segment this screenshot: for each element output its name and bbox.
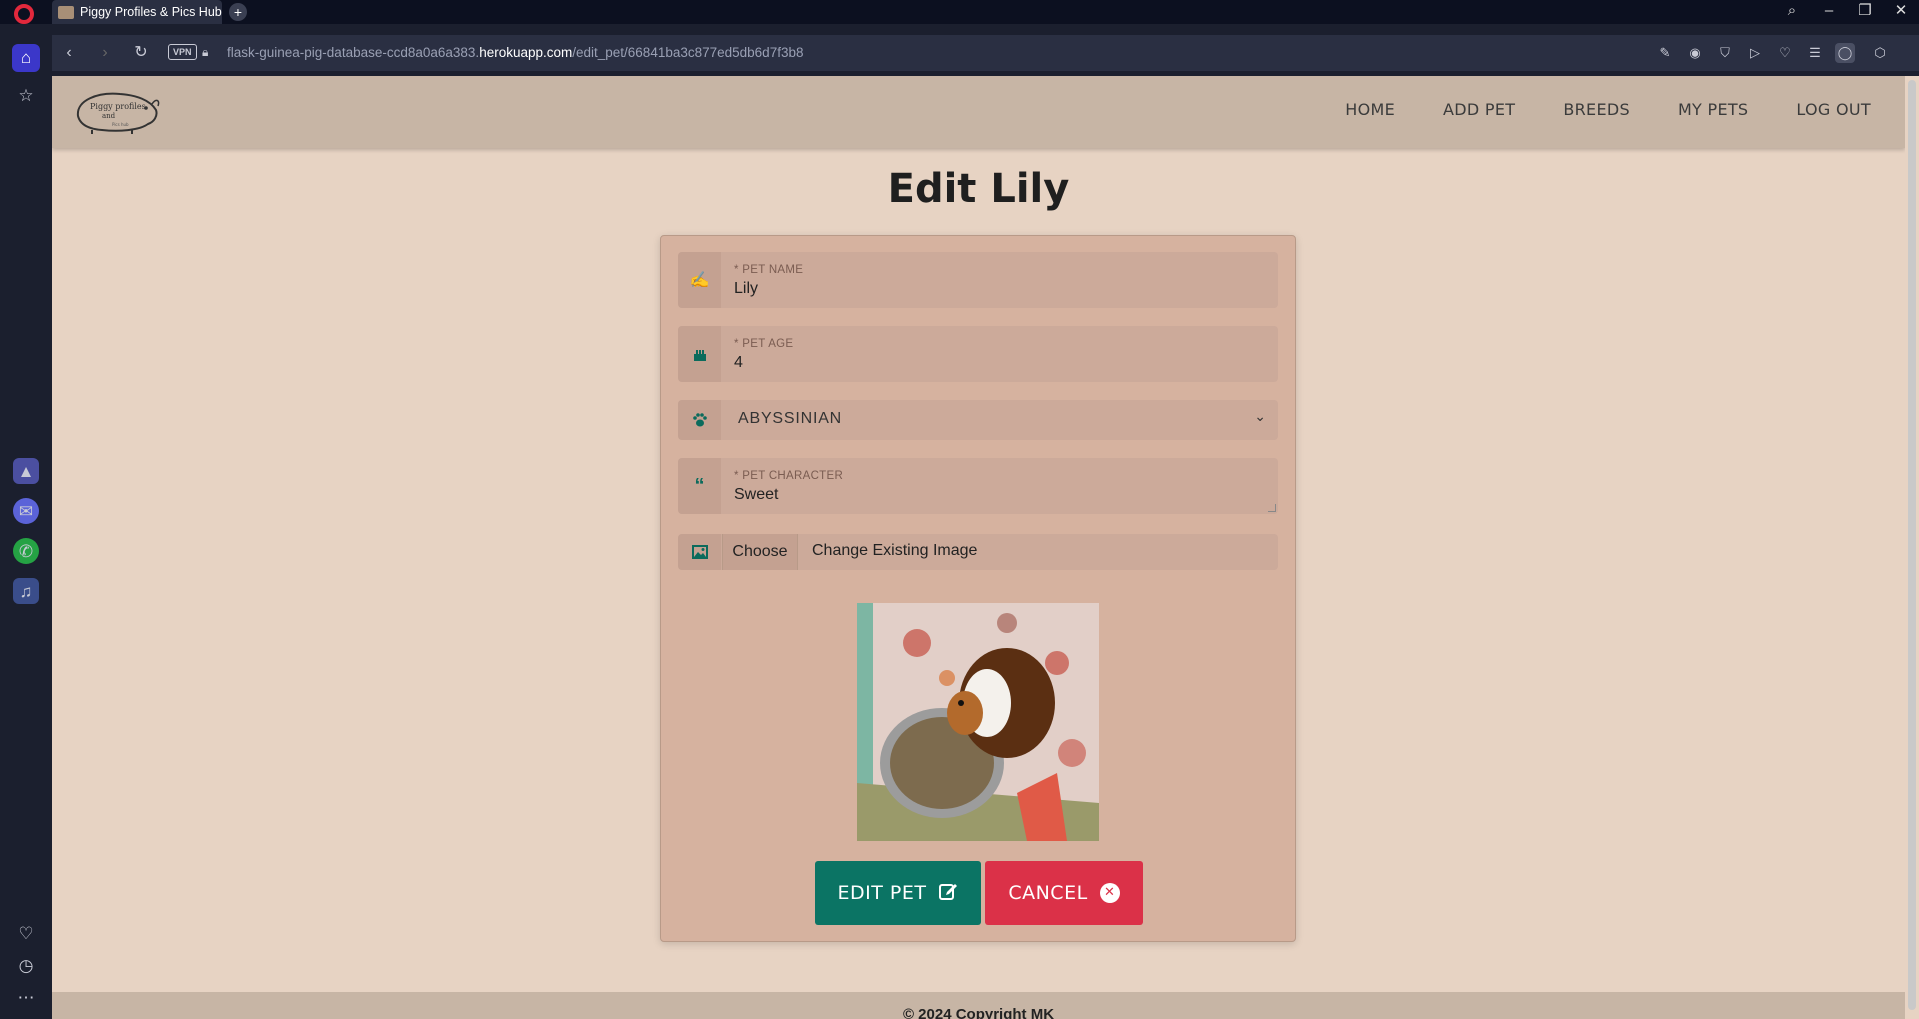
nav-breeds[interactable]: BREEDS — [1563, 100, 1630, 119]
back-icon[interactable]: ‹ — [57, 41, 81, 65]
url-prefix: flask-guinea-pig-database-ccd8a0a6a383. — [227, 45, 480, 60]
chevron-down-icon: ⌄ — [1254, 408, 1266, 424]
home-icon[interactable]: ⌂ — [12, 44, 40, 72]
snapshot-edit-icon[interactable]: ✎ — [1655, 43, 1675, 63]
image-icon — [678, 534, 721, 570]
footer-copyright: © 2024 Copyright MK — [902, 1006, 1055, 1019]
favicon-icon — [58, 5, 74, 19]
extensions-cube-icon[interactable]: ⬡ — [1870, 43, 1890, 63]
edit-pet-label: EDIT PET — [837, 882, 927, 904]
forward-icon[interactable]: › — [93, 41, 117, 65]
nav-add-pet[interactable]: ADD PET — [1443, 100, 1515, 119]
image-file-field[interactable]: Choose Change Existing Image — [678, 534, 1278, 570]
site-footer: © 2024 Copyright MK — [52, 992, 1905, 1019]
edit-icon — [938, 881, 958, 906]
play-icon[interactable]: ▷ — [1745, 43, 1765, 63]
pet-age-field[interactable]: * PET AGE 4 — [678, 326, 1278, 382]
page-title: Edit Lily — [887, 166, 1070, 212]
web-page: Piggy profiles and Pics hub HOME ADD PET… — [52, 76, 1905, 1019]
close-circle-icon: ✕ — [1099, 883, 1120, 903]
edit-pet-form: ✍ * PET NAME Lily * PET AGE 4 ABYSSINIAN… — [660, 235, 1296, 942]
paw-icon — [678, 400, 721, 440]
browser-tab-strip: Piggy Profiles & Pics Hub + ⌕ – ❐ ✕ — [0, 0, 1919, 24]
pet-name-field[interactable]: ✍ * PET NAME Lily — [678, 252, 1278, 308]
breed-selected-value: ABYSSINIAN — [738, 410, 843, 427]
lock-icon[interactable]: 🔒︎ — [202, 45, 208, 60]
url-host: herokuapp.com — [479, 45, 573, 60]
url-path: /edit_pet/66841ba3c877ed5db6d7f3b8 — [572, 45, 804, 60]
vpn-badge[interactable]: VPN — [168, 44, 197, 60]
heart-icon[interactable]: ♡ — [1775, 43, 1795, 63]
reload-icon[interactable]: ↻ — [129, 41, 153, 65]
textarea-resize-handle[interactable] — [1268, 504, 1276, 512]
tab-title: Piggy Profiles & Pics Hub — [80, 5, 222, 19]
quote-icon: “ — [678, 458, 721, 514]
more-dots-icon[interactable]: ⋯ — [12, 984, 40, 1012]
messenger-icon[interactable]: ✉ — [13, 498, 39, 524]
pet-age-label: * PET AGE — [734, 338, 794, 350]
browser-tab[interactable]: Piggy Profiles & Pics Hub — [52, 0, 222, 24]
cancel-button[interactable]: CANCEL ✕ — [985, 861, 1143, 925]
pet-character-textarea[interactable]: Sweet — [734, 486, 778, 504]
birthday-cake-icon — [678, 326, 721, 382]
site-navbar: Piggy profiles and Pics hub HOME ADD PET… — [52, 76, 1905, 148]
whatsapp-icon[interactable]: ✆ — [13, 538, 39, 564]
signature-icon: ✍ — [678, 252, 721, 308]
logo-text-line2: and — [102, 112, 116, 120]
pet-character-field[interactable]: “ * PET CHARACTER Sweet — [678, 458, 1278, 514]
close-window-icon[interactable]: ✕ — [1883, 0, 1919, 24]
menu-icon[interactable]: ☰ — [1805, 43, 1825, 63]
bookmark-star-icon[interactable]: ☆ — [12, 82, 40, 110]
new-tab-button[interactable]: + — [229, 3, 247, 21]
nav-links: HOME ADD PET BREEDS MY PETS LOG OUT — [1345, 100, 1871, 119]
url-field[interactable]: flask-guinea-pig-database-ccd8a0a6a383.h… — [227, 45, 803, 60]
choose-file-button[interactable]: Choose — [722, 534, 798, 570]
opera-logo-icon[interactable] — [14, 4, 34, 24]
minimize-icon[interactable]: – — [1811, 0, 1847, 24]
breed-select[interactable]: ABYSSINIAN ⌄ — [678, 400, 1278, 440]
pet-name-input[interactable]: Lily — [734, 280, 758, 298]
aria-icon[interactable]: ▲ — [13, 458, 39, 484]
logo-text-line3: Pics hub — [112, 122, 129, 127]
pet-character-label: * PET CHARACTER — [734, 470, 844, 482]
file-status-text: Change Existing Image — [812, 542, 978, 559]
site-logo[interactable]: Piggy profiles and Pics hub — [70, 86, 162, 136]
nav-home[interactable]: HOME — [1345, 100, 1395, 119]
music-icon[interactable]: ♫ — [13, 578, 39, 604]
pet-photo — [857, 603, 1099, 841]
pet-name-label: * PET NAME — [734, 264, 804, 276]
shield-icon[interactable]: ⛉ — [1715, 43, 1735, 63]
browser-sidebar: ⌂ ☆ ▲ ✉ ✆ ♫ ♡ ◷ ⋯ — [0, 24, 52, 1019]
page-scrollbar[interactable] — [1905, 76, 1919, 1019]
logo-text-line1: Piggy profiles — [90, 102, 146, 111]
cancel-label: CANCEL — [1008, 882, 1088, 904]
heart-icon[interactable]: ♡ — [12, 920, 40, 948]
nav-log-out[interactable]: LOG OUT — [1796, 100, 1871, 119]
profile-icon[interactable]: ◯ — [1835, 43, 1855, 63]
restore-icon[interactable]: ❐ — [1847, 0, 1883, 24]
edit-pet-button[interactable]: EDIT PET — [815, 861, 981, 925]
address-bar: ‹ › ↻ VPN 🔒︎ flask-guinea-pig-database-c… — [52, 35, 1919, 71]
scrollbar-thumb[interactable] — [1908, 80, 1916, 1010]
nav-my-pets[interactable]: MY PETS — [1678, 100, 1748, 119]
search-tabs-icon[interactable]: ⌕ — [1774, 0, 1810, 24]
pet-age-input[interactable]: 4 — [734, 354, 743, 372]
camera-icon[interactable]: ◉ — [1685, 43, 1705, 63]
history-clock-icon[interactable]: ◷ — [12, 952, 40, 980]
